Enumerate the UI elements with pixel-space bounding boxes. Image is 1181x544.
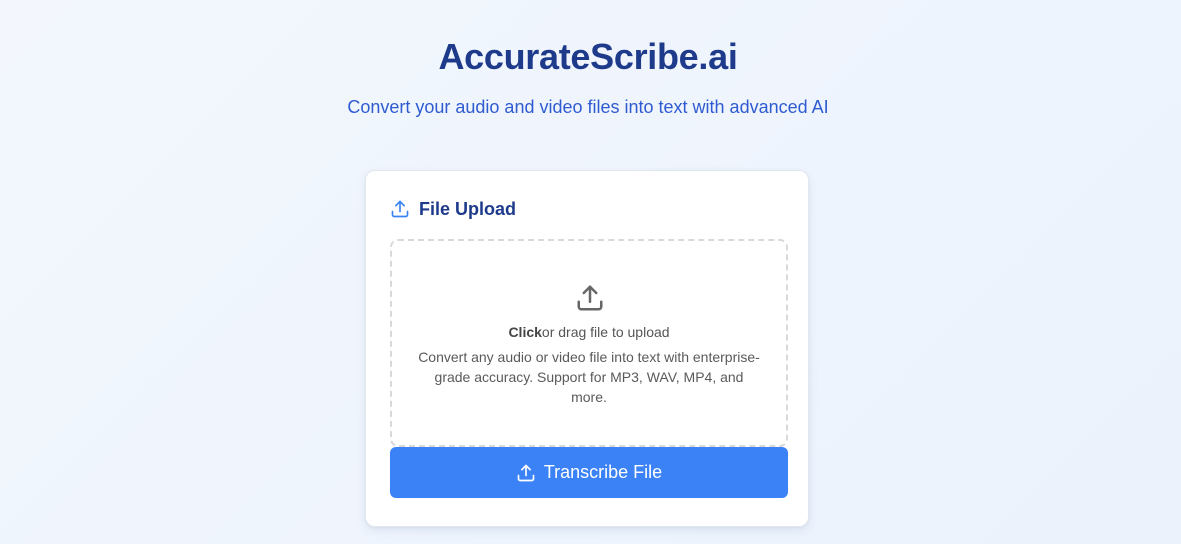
dropzone-click-text[interactable]: Click [508,324,541,340]
transcribe-button-label: Transcribe File [543,462,663,482]
transcribe-file-button[interactable]: Transcribe File [390,447,788,498]
app-subtitle: Convert your audio and video files into … [347,97,829,117]
app-title: AccurateScribe.ai [438,36,738,77]
dropzone-hint: Convert any audio or video file into tex… [418,349,760,405]
upload-icon [516,463,536,483]
upload-icon [575,283,605,313]
upload-icon [390,199,410,219]
file-upload-card: File Upload Clickor drag file to upload … [365,170,809,527]
dropzone-instruction: Clickor drag file to upload [392,323,786,341]
file-dropzone[interactable]: Clickor drag file to upload Convert any … [390,239,788,447]
dropzone-action-text: or drag file to upload [541,324,670,340]
card-title: File Upload [419,198,517,219]
card-header: File Upload [390,198,516,220]
